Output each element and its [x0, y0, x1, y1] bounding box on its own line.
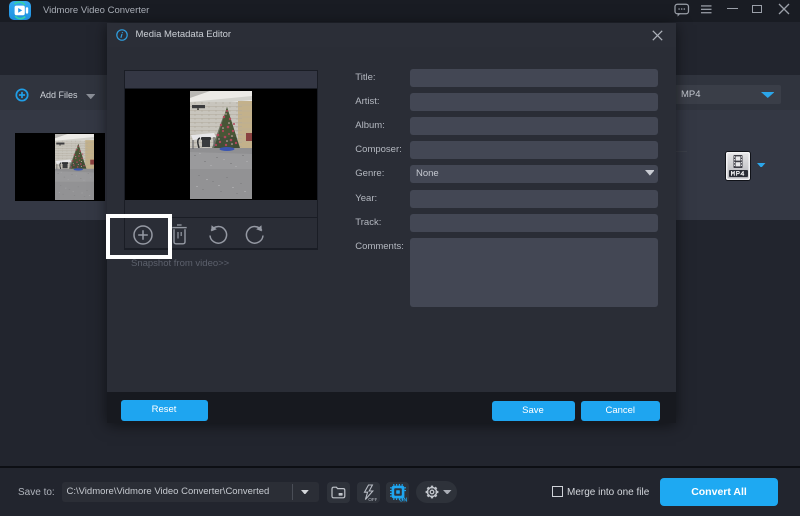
svg-text:ON: ON — [399, 498, 407, 502]
svg-text:OFF: OFF — [368, 497, 377, 502]
